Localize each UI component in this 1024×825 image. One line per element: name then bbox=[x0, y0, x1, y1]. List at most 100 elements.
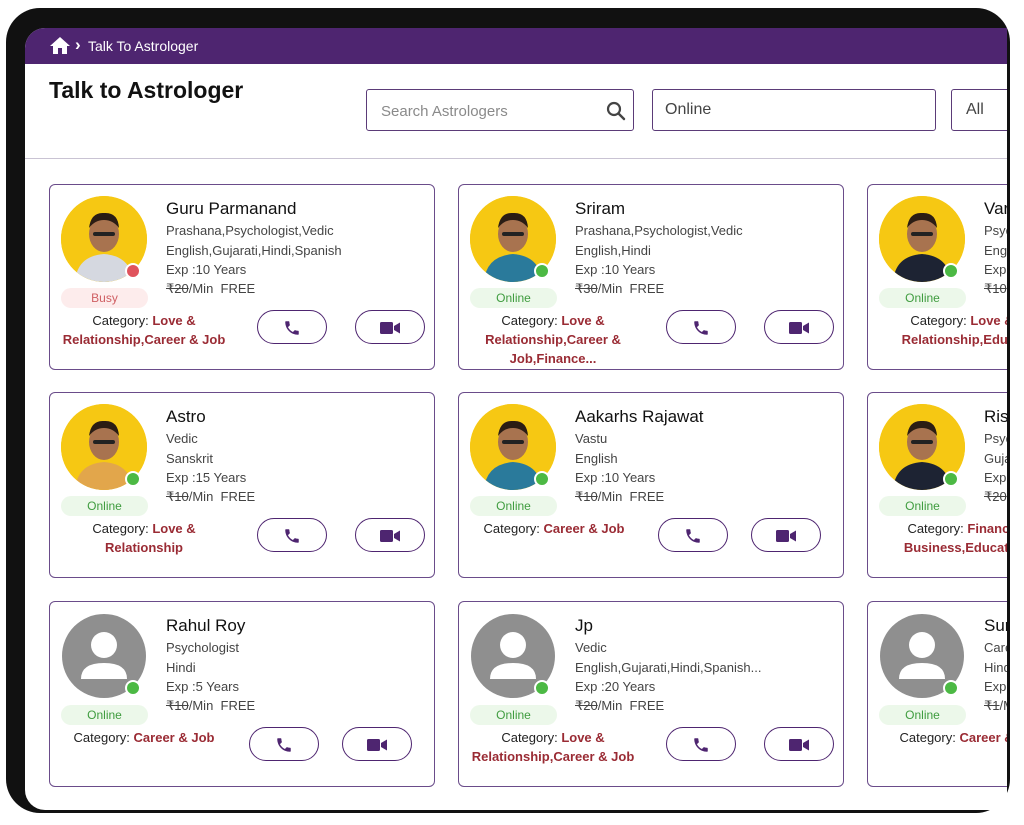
video-call-button[interactable] bbox=[342, 727, 412, 761]
astrologer-languages: Hindi bbox=[166, 660, 196, 675]
astrologer-category: Category: Love & Relationship,Educa bbox=[876, 311, 1007, 349]
astrologer-skills: Psyc bbox=[984, 223, 1007, 238]
astrologer-card[interactable]: Online Jp Vedic English,Gujarati,Hindi,Span… bbox=[458, 601, 844, 787]
category-label: Category: bbox=[899, 730, 960, 745]
call-button[interactable] bbox=[666, 727, 736, 761]
call-button[interactable] bbox=[249, 727, 319, 761]
status-badge: Busy bbox=[61, 288, 148, 308]
category-filter[interactable]: All bbox=[951, 89, 1007, 131]
astrologer-category: Category: Career & Job bbox=[469, 519, 639, 538]
category-filter-value: All bbox=[966, 101, 984, 118]
price-unit: /Min bbox=[597, 489, 623, 504]
status-dot bbox=[943, 471, 959, 487]
chevron-right-icon: › bbox=[75, 35, 81, 54]
astrologer-skills: Vedic bbox=[166, 431, 198, 446]
category-value: Career & Job bbox=[133, 730, 215, 745]
astrologer-card[interactable]: Online Var Psyc Engl Exp ₹10 Category: Love &… bbox=[867, 184, 1007, 370]
category-label: Category: bbox=[92, 313, 153, 328]
phone-icon bbox=[277, 738, 291, 752]
video-call-button[interactable] bbox=[764, 310, 834, 344]
category-label: Category: bbox=[910, 313, 971, 328]
astrologer-skills: Psyc bbox=[984, 431, 1007, 446]
astrologer-price: ₹20 bbox=[984, 489, 1007, 505]
price-old: ₹10 bbox=[984, 281, 1007, 296]
astrologer-category: Category: Love & Relationship,Career & J… bbox=[467, 311, 639, 368]
search-input[interactable] bbox=[379, 98, 603, 124]
status-filter[interactable]: Online bbox=[652, 89, 936, 131]
category-value: Career & J bbox=[959, 730, 1007, 745]
astrologer-name[interactable]: Sur bbox=[984, 616, 1007, 636]
astrologer-price: ₹10/Min FREE bbox=[166, 698, 255, 714]
price-unit: /Min bbox=[188, 698, 214, 713]
home-icon[interactable] bbox=[49, 36, 71, 55]
call-button[interactable] bbox=[257, 518, 327, 552]
astrologer-name[interactable]: Astro bbox=[166, 407, 206, 427]
device-frame: › Talk To Astrologer Talk to Astrologer … bbox=[6, 8, 1010, 813]
price-free: FREE bbox=[629, 489, 665, 504]
astrologer-card[interactable]: Online Risi Psyc Guja Exp ₹20 Category: Finan… bbox=[867, 392, 1007, 578]
astrologer-languages: English,Hindi bbox=[575, 243, 651, 258]
price-free: FREE bbox=[629, 698, 665, 713]
video-camera-icon bbox=[380, 530, 400, 542]
call-button[interactable] bbox=[658, 518, 728, 552]
astrologer-languages: Guja bbox=[984, 451, 1007, 466]
astrologer-price: ₹1/M bbox=[984, 698, 1007, 714]
astrologer-name[interactable]: Sriram bbox=[575, 199, 625, 219]
astrologer-category: Category: Love & Relationship bbox=[58, 519, 230, 557]
call-button[interactable] bbox=[257, 310, 327, 344]
astrologer-name[interactable]: Var bbox=[984, 199, 1007, 219]
astrologer-price: ₹10/Min FREE bbox=[575, 489, 664, 505]
astrologer-price: ₹20/Min FREE bbox=[575, 698, 664, 714]
status-dot bbox=[534, 263, 550, 279]
price-old: ₹20 bbox=[575, 698, 598, 713]
astrologer-skills: Prashana,Psychologist,Vedic bbox=[166, 223, 334, 238]
astrologer-card[interactable]: Online Sriram Prashana,Psychologist,Vedic E… bbox=[458, 184, 844, 370]
price-old: ₹20 bbox=[984, 489, 1007, 504]
video-camera-icon bbox=[367, 739, 387, 751]
astrologer-card[interactable]: Online Aakarhs Rajawat Vastu English Exp :10… bbox=[458, 392, 844, 578]
astrologer-experience: Exp :15 Years bbox=[166, 470, 247, 485]
call-button[interactable] bbox=[666, 310, 736, 344]
page-title: Talk to Astrologer bbox=[49, 77, 244, 103]
breadcrumb: › Talk To Astrologer bbox=[25, 28, 1007, 64]
status-badge: Online bbox=[879, 705, 966, 725]
phone-icon bbox=[285, 321, 299, 335]
video-call-button[interactable] bbox=[355, 310, 425, 344]
astrologer-name[interactable]: Risi bbox=[984, 407, 1007, 427]
search-icon[interactable] bbox=[606, 101, 626, 121]
astrologer-card[interactable]: Online Rahul Roy Psychologist Hindi Exp :5 Y… bbox=[49, 601, 435, 787]
status-dot bbox=[943, 680, 959, 696]
video-call-button[interactable] bbox=[355, 518, 425, 552]
astrologer-experience: Exp :20 Years bbox=[575, 679, 656, 694]
phone-icon bbox=[686, 529, 700, 543]
video-call-button[interactable] bbox=[751, 518, 821, 552]
price-free: FREE bbox=[220, 698, 256, 713]
astrologer-languages: Engl bbox=[984, 243, 1007, 258]
astrologer-card[interactable]: Online Sur Care Hind Exp ₹1/M Category: Caree… bbox=[867, 601, 1007, 787]
astrologer-skills: Care bbox=[984, 640, 1007, 655]
category-value: Career & Job bbox=[543, 521, 625, 536]
price-free: FREE bbox=[629, 281, 665, 296]
category-label: Category: bbox=[501, 730, 562, 745]
astrologer-card[interactable]: Busy Guru Parmanand Prashana,Psychologist,… bbox=[49, 184, 435, 370]
category-label: Category: bbox=[907, 521, 968, 536]
astrologer-category: Category: Finance Business,Educatio bbox=[876, 519, 1007, 557]
price-unit: /M bbox=[999, 698, 1007, 713]
category-label: Category: bbox=[92, 521, 153, 536]
astrologer-name[interactable]: Rahul Roy bbox=[166, 616, 245, 636]
video-call-button[interactable] bbox=[764, 727, 834, 761]
astrologer-experience: Exp :10 Years bbox=[575, 262, 656, 277]
video-camera-icon bbox=[776, 530, 796, 542]
status-filter-value: Online bbox=[665, 101, 712, 118]
breadcrumb-current: Talk To Astrologer bbox=[88, 38, 199, 54]
price-old: ₹1 bbox=[984, 698, 1000, 713]
search-box[interactable] bbox=[366, 89, 634, 131]
astrologer-name[interactable]: Jp bbox=[575, 616, 593, 636]
astrologer-experience: Exp bbox=[984, 679, 1007, 694]
status-badge: Online bbox=[470, 496, 557, 516]
astrologer-name[interactable]: Guru Parmanand bbox=[166, 199, 296, 219]
app-screen: › Talk To Astrologer Talk to Astrologer … bbox=[25, 28, 1007, 810]
astrologer-card[interactable]: Online Astro Vedic Sanskrit Exp :15 Years ₹10… bbox=[49, 392, 435, 578]
astrologer-name[interactable]: Aakarhs Rajawat bbox=[575, 407, 704, 427]
astrologer-experience: Exp :5 Years bbox=[166, 679, 239, 694]
